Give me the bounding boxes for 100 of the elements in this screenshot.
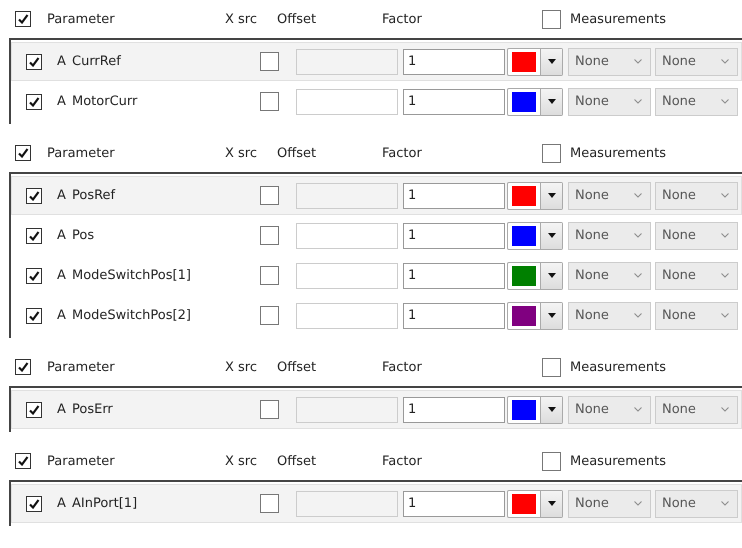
parameter-row[interactable]: A Pos 1 None None: [11, 216, 742, 255]
parameter-name: MotorCurr: [72, 94, 138, 109]
visible-checkbox[interactable]: [26, 496, 42, 512]
visible-checkbox[interactable]: [26, 94, 42, 110]
measurement-dropdown[interactable]: None: [655, 490, 738, 518]
measurement-dropdown[interactable]: None: [568, 396, 651, 424]
select-all-checkbox[interactable]: [15, 453, 31, 469]
chevron-down-icon: [634, 313, 642, 318]
visible-checkbox[interactable]: [26, 228, 42, 244]
measurement-dropdown[interactable]: None: [568, 302, 651, 330]
visible-checkbox[interactable]: [26, 402, 42, 418]
color-picker[interactable]: [507, 262, 563, 290]
visible-checkbox[interactable]: [26, 54, 42, 70]
parameter-name: AInPort[1]: [72, 496, 138, 511]
color-picker[interactable]: [507, 302, 563, 330]
offset-field[interactable]: [296, 48, 398, 74]
chevron-down-icon: [721, 99, 729, 104]
type-label: A: [57, 308, 67, 323]
column-header: X src: [225, 454, 258, 468]
measurement-dropdown[interactable]: None: [655, 182, 738, 210]
parameter-row[interactable]: A MotorCurr 1 None None: [11, 82, 742, 121]
measurement-dropdown[interactable]: None: [568, 88, 651, 116]
color-picker[interactable]: [507, 88, 563, 116]
column-header: Factor: [382, 360, 423, 374]
parameter-row[interactable]: A ModeSwitchPos[1] 1 None None: [11, 256, 742, 295]
parameter-name: PosRef: [72, 188, 116, 203]
visible-checkbox[interactable]: [26, 268, 42, 284]
measurement-dropdown[interactable]: None: [655, 222, 738, 250]
x-source-checkbox[interactable]: [260, 266, 279, 285]
factor-field[interactable]: 1: [403, 88, 505, 114]
chevron-down-icon: [634, 193, 642, 198]
chevron-down-icon: [634, 273, 642, 278]
offset-field[interactable]: [296, 182, 398, 208]
measurements-checkbox[interactable]: [542, 144, 561, 162]
measurements-label: Measurements: [570, 12, 666, 26]
measurement-dropdown[interactable]: None: [655, 302, 738, 330]
x-source-checkbox[interactable]: [260, 186, 279, 205]
measurement-dropdown[interactable]: None: [568, 182, 651, 210]
visible-checkbox[interactable]: [26, 308, 42, 324]
measurements-checkbox[interactable]: [542, 358, 561, 376]
column-header: Parameter: [47, 146, 116, 160]
column-header: Offset: [277, 146, 318, 160]
parameter-row[interactable]: A PosRef 1 None None: [11, 176, 742, 215]
color-picker[interactable]: [507, 48, 563, 76]
measurements-checkbox[interactable]: [542, 10, 561, 28]
select-all-checkbox[interactable]: [15, 359, 31, 375]
chevron-down-icon: [721, 407, 729, 412]
measurement-dropdown[interactable]: None: [655, 396, 738, 424]
measurement-dropdown[interactable]: None: [655, 48, 738, 76]
parameter-name: Pos: [72, 228, 96, 243]
chevron-down-icon: [721, 233, 729, 238]
parameter-row[interactable]: A CurrRef 1 None None: [11, 42, 742, 81]
type-label: A: [57, 268, 67, 283]
color-picker[interactable]: [507, 182, 563, 210]
offset-field[interactable]: [296, 396, 398, 422]
x-source-checkbox[interactable]: [260, 92, 279, 111]
factor-field[interactable]: 1: [403, 396, 505, 422]
dropdown-arrow-icon: [548, 313, 556, 318]
x-source-checkbox[interactable]: [260, 400, 279, 419]
measurements-checkbox[interactable]: [542, 452, 561, 470]
factor-field[interactable]: 1: [403, 222, 505, 248]
factor-field[interactable]: 1: [403, 490, 505, 516]
measurements-label: Measurements: [570, 146, 666, 160]
measurement-dropdown[interactable]: None: [655, 262, 738, 290]
chevron-down-icon: [634, 99, 642, 104]
chevron-down-icon: [721, 501, 729, 506]
factor-field[interactable]: 1: [403, 302, 505, 328]
column-header: Factor: [382, 12, 423, 26]
checkmark-icon: [28, 190, 40, 202]
factor-field[interactable]: 1: [403, 182, 505, 208]
measurement-dropdown[interactable]: None: [655, 88, 738, 116]
checkmark-icon: [28, 310, 40, 322]
measurement-dropdown[interactable]: None: [568, 262, 651, 290]
x-source-checkbox[interactable]: [260, 226, 279, 245]
parameter-name: ModeSwitchPos[1]: [72, 268, 192, 283]
parameter-row[interactable]: A ModeSwitchPos[2] 1 None None: [11, 296, 742, 335]
offset-field[interactable]: [296, 222, 398, 248]
x-source-checkbox[interactable]: [260, 494, 279, 513]
measurement-dropdown[interactable]: None: [568, 222, 651, 250]
select-all-checkbox[interactable]: [15, 11, 31, 27]
column-header: X src: [225, 146, 258, 160]
x-source-checkbox[interactable]: [260, 52, 279, 71]
chevron-down-icon: [634, 407, 642, 412]
measurement-dropdown[interactable]: None: [568, 490, 651, 518]
parameter-row[interactable]: A AInPort[1] 1 None None: [11, 484, 742, 523]
dropdown-arrow-icon: [548, 233, 556, 238]
factor-field[interactable]: 1: [403, 48, 505, 74]
color-picker[interactable]: [507, 222, 563, 250]
factor-field[interactable]: 1: [403, 262, 505, 288]
offset-field[interactable]: [296, 88, 398, 114]
color-picker[interactable]: [507, 396, 563, 424]
offset-field[interactable]: [296, 490, 398, 516]
color-picker[interactable]: [507, 490, 563, 518]
x-source-checkbox[interactable]: [260, 306, 279, 325]
offset-field[interactable]: [296, 262, 398, 288]
parameter-row[interactable]: A PosErr 1 None None: [11, 390, 742, 429]
measurement-dropdown[interactable]: None: [568, 48, 651, 76]
select-all-checkbox[interactable]: [15, 145, 31, 161]
offset-field[interactable]: [296, 302, 398, 328]
visible-checkbox[interactable]: [26, 188, 42, 204]
